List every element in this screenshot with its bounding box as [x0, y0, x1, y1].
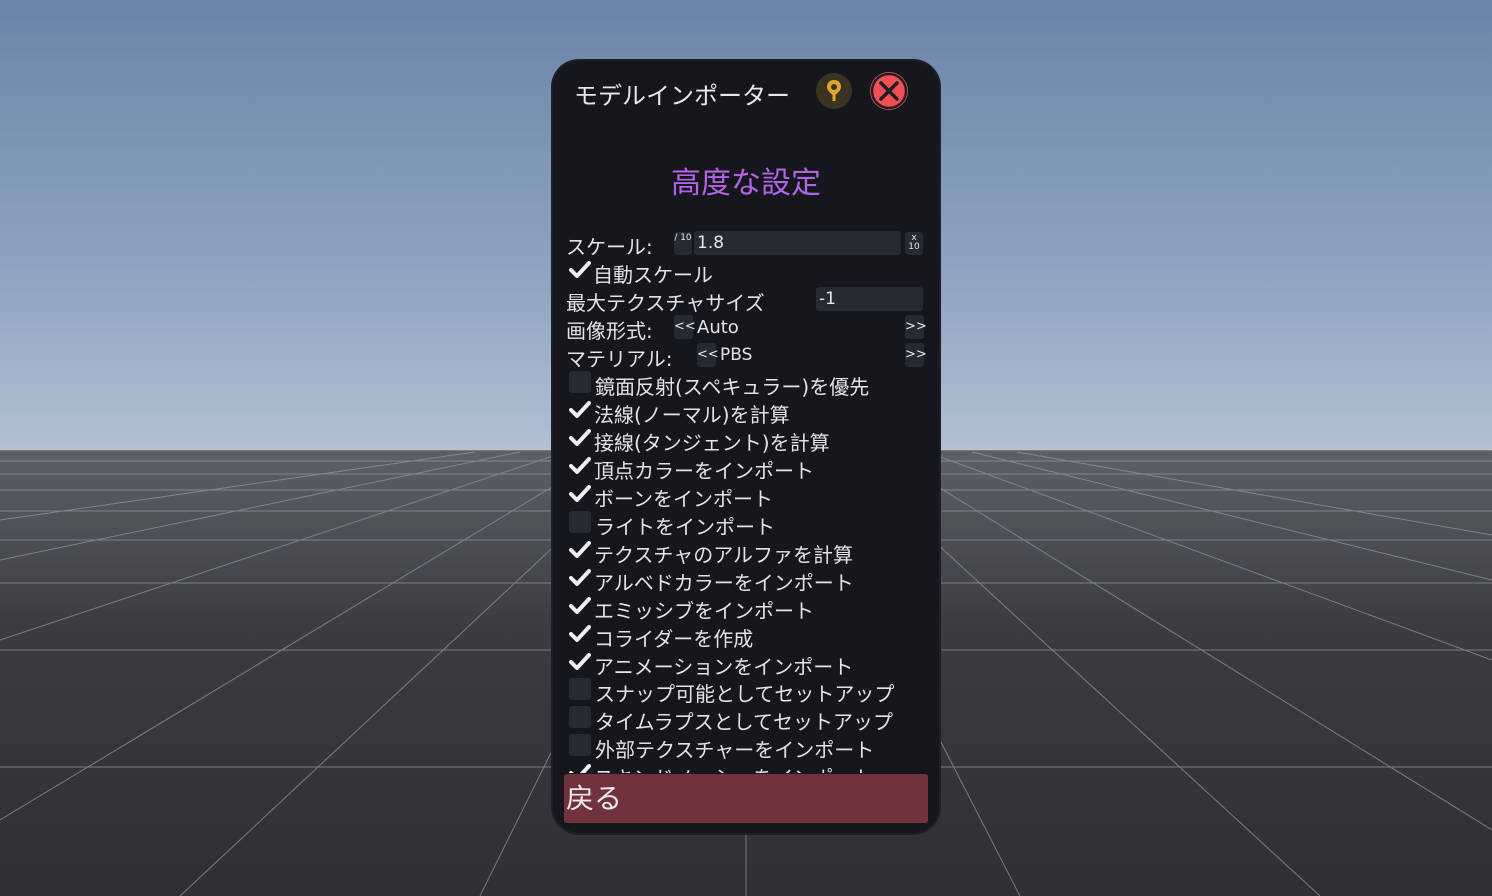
option-checkbox[interactable] [569, 511, 591, 533]
option-checkbox[interactable] [569, 371, 591, 393]
checkmark-icon [569, 429, 591, 446]
option-label: コライダーを作成 [594, 627, 754, 651]
option-checkbox[interactable] [569, 567, 591, 589]
option-checkbox[interactable] [569, 762, 591, 773]
option-label: スキンドメッシュをインポート [594, 762, 873, 773]
checkmark-icon [569, 541, 591, 558]
option-label: 鏡面反射(スペキュラー)を優先 [595, 375, 870, 399]
option-checkbox[interactable] [569, 706, 591, 728]
option-label: ボーンをインポート [594, 487, 773, 511]
section-heading: 高度な設定 [671, 166, 821, 201]
option-checkbox[interactable] [569, 483, 591, 505]
option-label: 外部テクスチャーをインポート [595, 738, 875, 762]
option-checkbox[interactable] [569, 595, 591, 617]
pin-button[interactable] [816, 73, 852, 109]
option-label: アニメーションをインポート [594, 655, 854, 679]
close-icon [870, 72, 908, 110]
option-checkbox[interactable] [569, 539, 591, 561]
checkmark-icon [569, 485, 591, 502]
option-label: 接線(タンジェント)を計算 [594, 431, 830, 455]
window-title: モデルインポーター [574, 82, 790, 110]
option-label: エミッシブをインポート [594, 599, 814, 623]
options-list: 鏡面反射(スペキュラー)を優先 法線(ノーマル)を計算接線(タンジェント)を計算頂… [553, 230, 939, 773]
checkmark-icon [569, 457, 591, 474]
checkmark-icon [569, 569, 591, 586]
option-label: アルベドカラーをインポート [594, 571, 854, 595]
option-checkbox[interactable] [569, 427, 591, 449]
option-label: タイムラプスとしてセットアップ [595, 710, 893, 734]
option-label: スナップ可能としてセットアップ [595, 682, 895, 706]
pin-icon [827, 80, 841, 101]
checkmark-icon [569, 764, 591, 773]
option-checkbox[interactable] [569, 734, 591, 756]
checkmark-icon [569, 401, 591, 418]
checkmark-icon [569, 625, 591, 642]
option-label: 頂点カラーをインポート [594, 459, 814, 483]
checkmark-icon [569, 653, 591, 670]
option-label: 法線(ノーマル)を計算 [594, 403, 790, 427]
option-checkbox[interactable] [569, 455, 591, 477]
option-checkbox[interactable] [569, 399, 591, 421]
checkmark-icon [569, 597, 591, 614]
option-checkbox[interactable] [569, 623, 591, 645]
option-label: ライトをインポート [595, 515, 775, 539]
option-checkbox[interactable] [569, 678, 591, 700]
close-button[interactable] [870, 72, 908, 110]
back-button[interactable]: 戻る [564, 774, 928, 823]
option-label: テクスチャのアルファを計算 [594, 543, 853, 567]
option-checkbox[interactable] [569, 651, 591, 673]
